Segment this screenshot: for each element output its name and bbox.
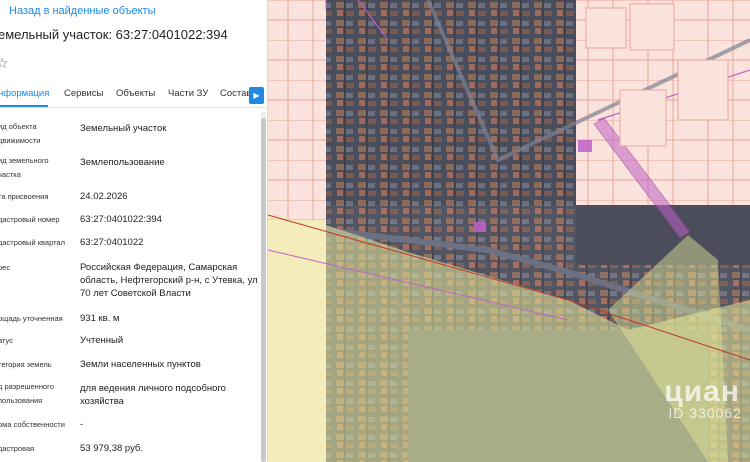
field-value: 24.02.2026 — [80, 191, 128, 202]
field-value: Земельный участок — [80, 123, 167, 134]
field-label: ид объекта движимости — [0, 122, 41, 145]
field-label: дастровый номер — [0, 215, 60, 224]
tab-objects[interactable]: Объекты — [116, 88, 155, 99]
chevron-right-icon[interactable]: ▶ — [249, 87, 264, 104]
active-tab-indicator — [0, 105, 48, 107]
field-label: д разрешенного пользования — [0, 382, 54, 405]
field-value: Землепользование — [80, 157, 165, 168]
field-label: дастровый квартал — [0, 238, 65, 247]
field-value: для ведения личного подсобного хозяйства — [80, 383, 226, 407]
field-label: та присвоения — [0, 192, 49, 201]
field-label: ощадь уточненная — [0, 314, 63, 323]
tab-parts[interactable]: Части ЗУ — [168, 88, 208, 99]
field-label: ид земельного частка — [0, 156, 49, 179]
field-label: атус — [0, 336, 13, 345]
satellite-tile-north — [326, 0, 576, 205]
field-value: Земли населенных пунктов — [80, 359, 201, 370]
field-value: Учтенный — [80, 335, 124, 346]
field-value: 931 кв. м — [80, 313, 120, 324]
tab-composition[interactable]: Состав — [220, 88, 251, 99]
tab-bar: нформация Сервисы Объекты Части ЗУ Соста… — [0, 82, 267, 108]
tab-information[interactable]: нформация — [0, 88, 49, 99]
page-title: емельный участок: 63:27:0401022:394 — [0, 27, 228, 42]
map-view[interactable]: циан ID 330062 — [268, 0, 750, 462]
watermark-brand: циан — [664, 375, 740, 408]
field-label: дастровая — [0, 444, 35, 453]
back-link[interactable]: Назад в найденные объекты — [9, 5, 156, 17]
watermark-id: ID 330062 — [668, 405, 742, 421]
field-value: 63:27:0401022 — [80, 237, 144, 248]
field-value: - — [80, 419, 84, 430]
tab-services[interactable]: Сервисы — [64, 88, 103, 99]
favorite-star-icon[interactable]: ☆ — [0, 55, 9, 72]
field-label: рма собственности — [0, 420, 65, 429]
field-value: 63:27:0401022:394 — [80, 214, 162, 225]
field-label: рес — [0, 263, 11, 272]
scrollbar-thumb[interactable] — [261, 118, 266, 462]
field-value: 53 979,38 руб. — [80, 443, 144, 454]
info-panel: Назад в найденные объекты емельный участ… — [0, 0, 268, 462]
field-value: Российская Федерация, Самарская область,… — [80, 262, 258, 299]
field-label: тегория земель — [0, 360, 52, 369]
